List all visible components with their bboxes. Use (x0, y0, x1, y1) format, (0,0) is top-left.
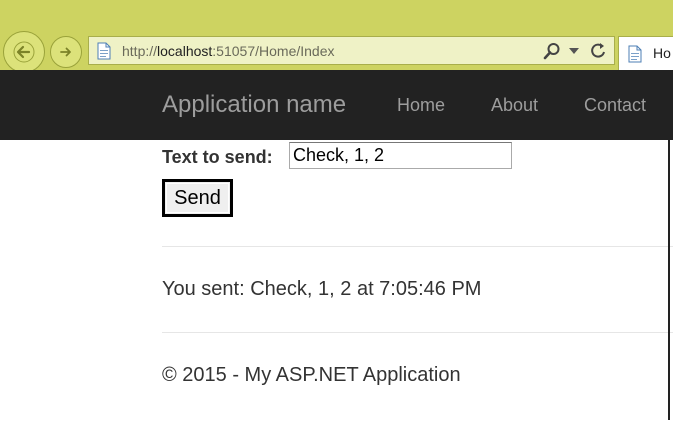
back-arrow-icon (13, 41, 35, 63)
send-button[interactable]: Send (162, 179, 233, 217)
divider (162, 246, 673, 247)
window-edge (668, 140, 670, 423)
nav-link-home[interactable]: Home (397, 95, 445, 116)
brand-link[interactable]: Application name (162, 91, 346, 119)
send-button-label: Send (166, 183, 229, 213)
text-to-send-input[interactable] (289, 142, 512, 169)
footer-divider (162, 332, 673, 333)
nav-link-contact[interactable]: Contact (584, 95, 646, 116)
url-prefix: http:// (122, 43, 158, 59)
refresh-icon[interactable] (590, 41, 608, 61)
tab-title: Ho (653, 45, 671, 61)
browser-tab[interactable]: Ho (618, 36, 673, 70)
tab-page-icon (628, 45, 642, 63)
address-bar[interactable]: http://localhost:51057/Home/Index (88, 36, 615, 65)
nav-link-about[interactable]: About (491, 95, 538, 116)
page-icon (97, 42, 111, 60)
forward-arrow-icon (60, 47, 71, 57)
back-button[interactable] (3, 31, 45, 73)
browser-chrome: http://localhost:51057/Home/Index Ho (0, 0, 673, 73)
dropdown-icon[interactable] (569, 48, 579, 54)
url-host: localhost (157, 43, 213, 59)
url-path: :51057/Home/Index (212, 43, 335, 59)
forward-button[interactable] (50, 36, 82, 68)
footer-text: © 2015 - My ASP.NET Application (162, 364, 461, 386)
result-message: You sent: Check, 1, 2 at 7:05:46 PM (162, 278, 482, 300)
search-icon[interactable] (542, 42, 562, 60)
app-navbar: Application name Home About Contact (0, 70, 673, 140)
url-text[interactable]: http://localhost:51057/Home/Index (122, 43, 335, 59)
text-to-send-label: Text to send: (162, 147, 273, 167)
